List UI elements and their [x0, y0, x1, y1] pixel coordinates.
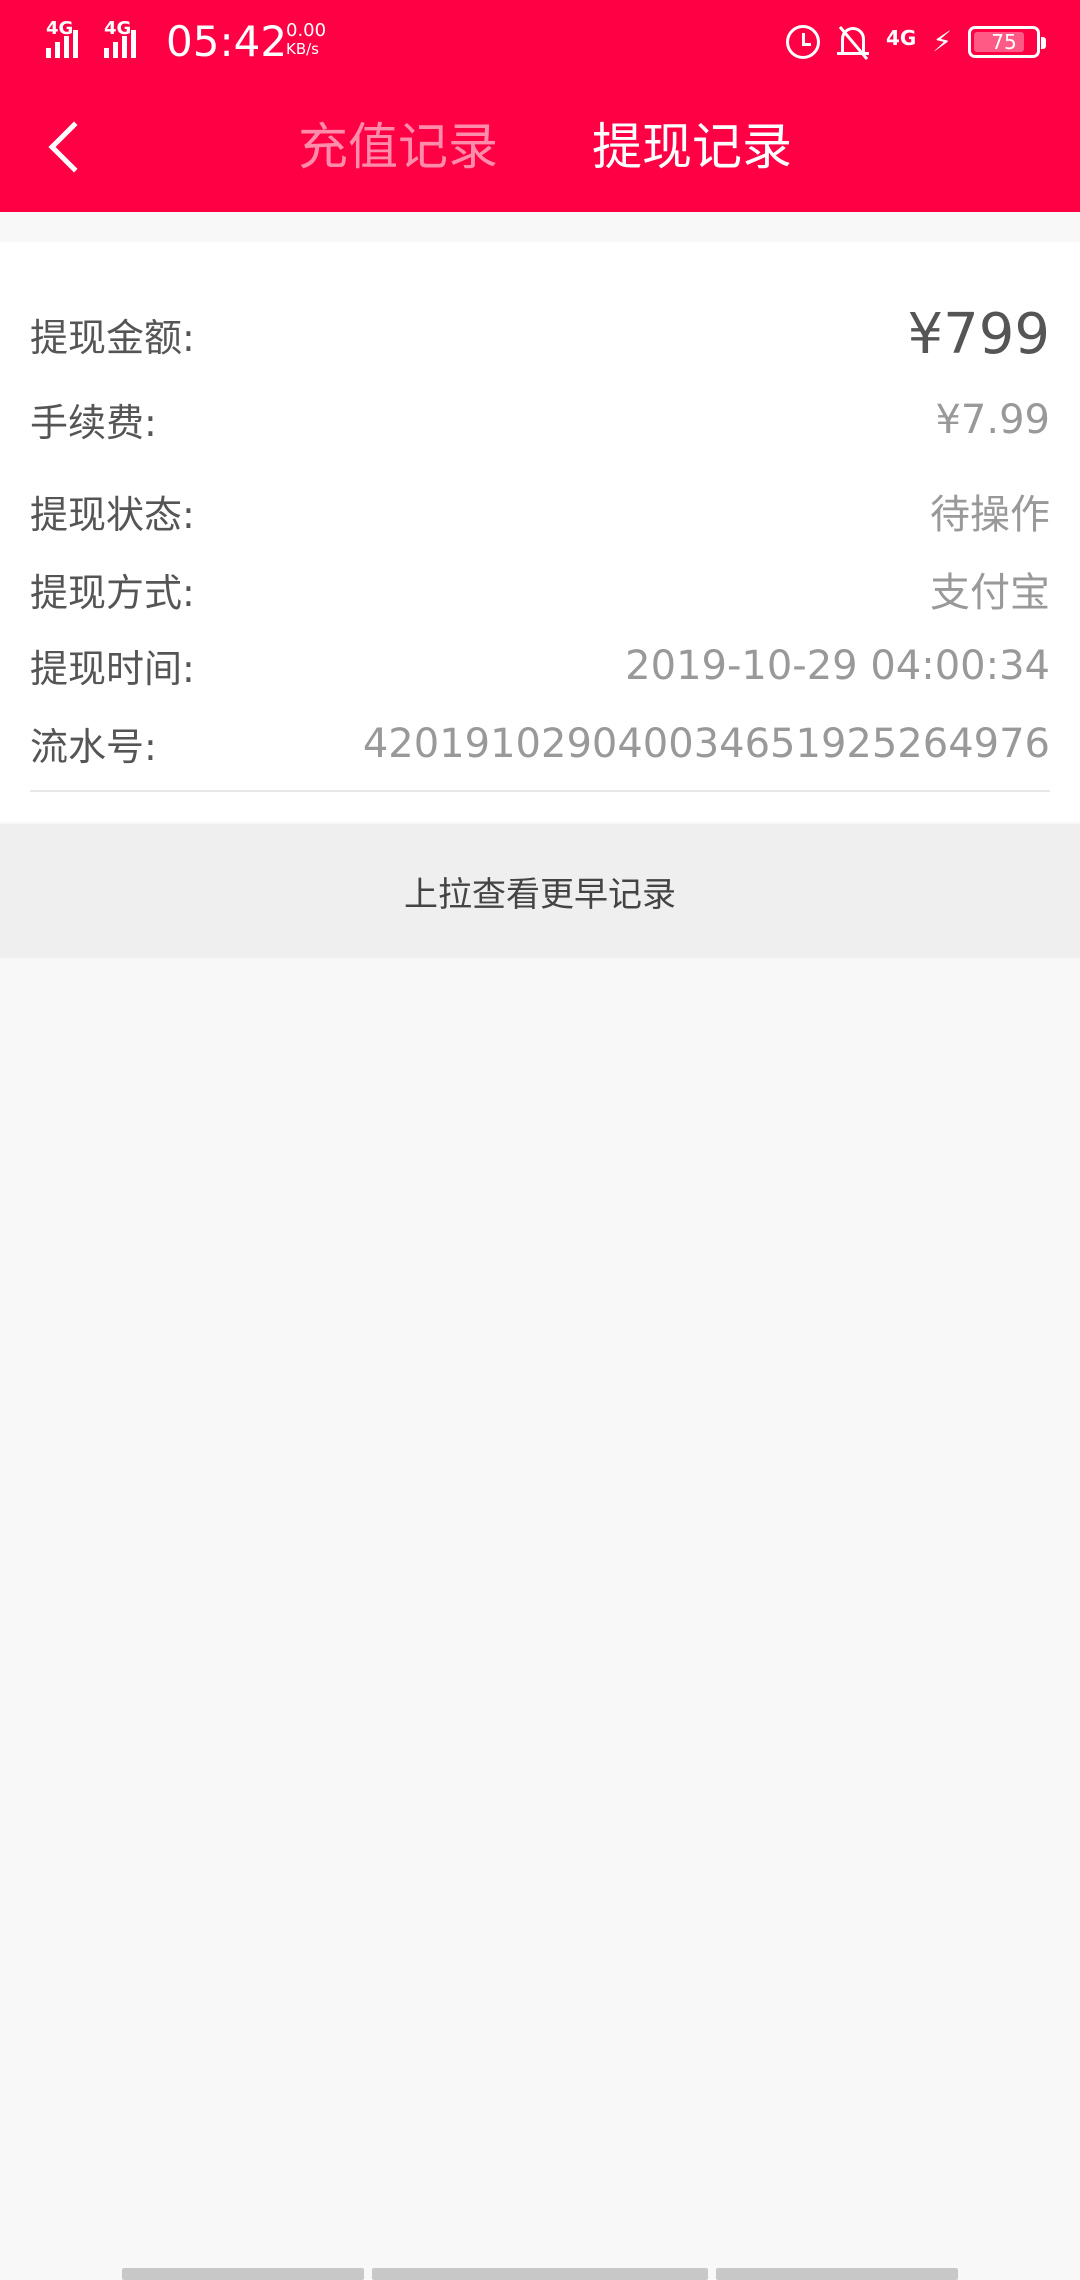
back-button[interactable]: [36, 112, 100, 182]
alarm-icon: [785, 25, 820, 59]
tab-withdraw-records[interactable]: 提现记录: [592, 116, 792, 178]
navbar: 充值记录 提现记录: [0, 82, 1080, 212]
status-bar: 4G 4G 05:42 0.00 KB/s 4G ⚡ 75: [0, 0, 1080, 82]
charging-icon: ⚡: [932, 25, 952, 58]
network-speed: 0.00 KB/s: [286, 20, 327, 59]
nav-indicator-left: [122, 2268, 364, 2280]
chevron-left-icon: [48, 121, 100, 173]
nav-indicator-right: [716, 2268, 958, 2280]
network-4g-icon: 4G: [885, 26, 917, 50]
app-header: 4G 4G 05:42 0.00 KB/s 4G ⚡ 75 充值记录 提现记录: [0, 0, 1080, 212]
record-row-amount: 提现金额: ¥799: [30, 302, 1050, 367]
load-more-hint[interactable]: 上拉查看更早记录: [0, 824, 1080, 958]
signal-icon-2: 4G: [104, 18, 136, 58]
record-row-fee: 手续费: ¥7.99: [30, 396, 1050, 446]
withdraw-record-card: 提现金额: ¥799 手续费: ¥7.99 提现状态: 待操作 提现方式: 支付…: [0, 242, 1080, 822]
divider: [30, 790, 1050, 792]
tab-recharge-records[interactable]: 充值记录: [298, 116, 498, 178]
signal-icon: 4G: [46, 18, 78, 58]
mute-bell-icon: [836, 24, 870, 61]
status-time: 05:42: [166, 17, 288, 66]
record-row-time: 提现时间: 2019-10-29 04:00:34: [30, 642, 1050, 692]
record-row-status: 提现状态: 待操作: [30, 492, 1050, 538]
battery-icon: 75: [968, 26, 1046, 58]
record-row-serial: 流水号: 420191029040034651925264976: [30, 720, 1050, 770]
status-icons: 4G ⚡ 75: [785, 20, 1046, 64]
record-row-method: 提现方式: 支付宝: [30, 570, 1050, 616]
nav-indicator-center: [372, 2268, 708, 2280]
